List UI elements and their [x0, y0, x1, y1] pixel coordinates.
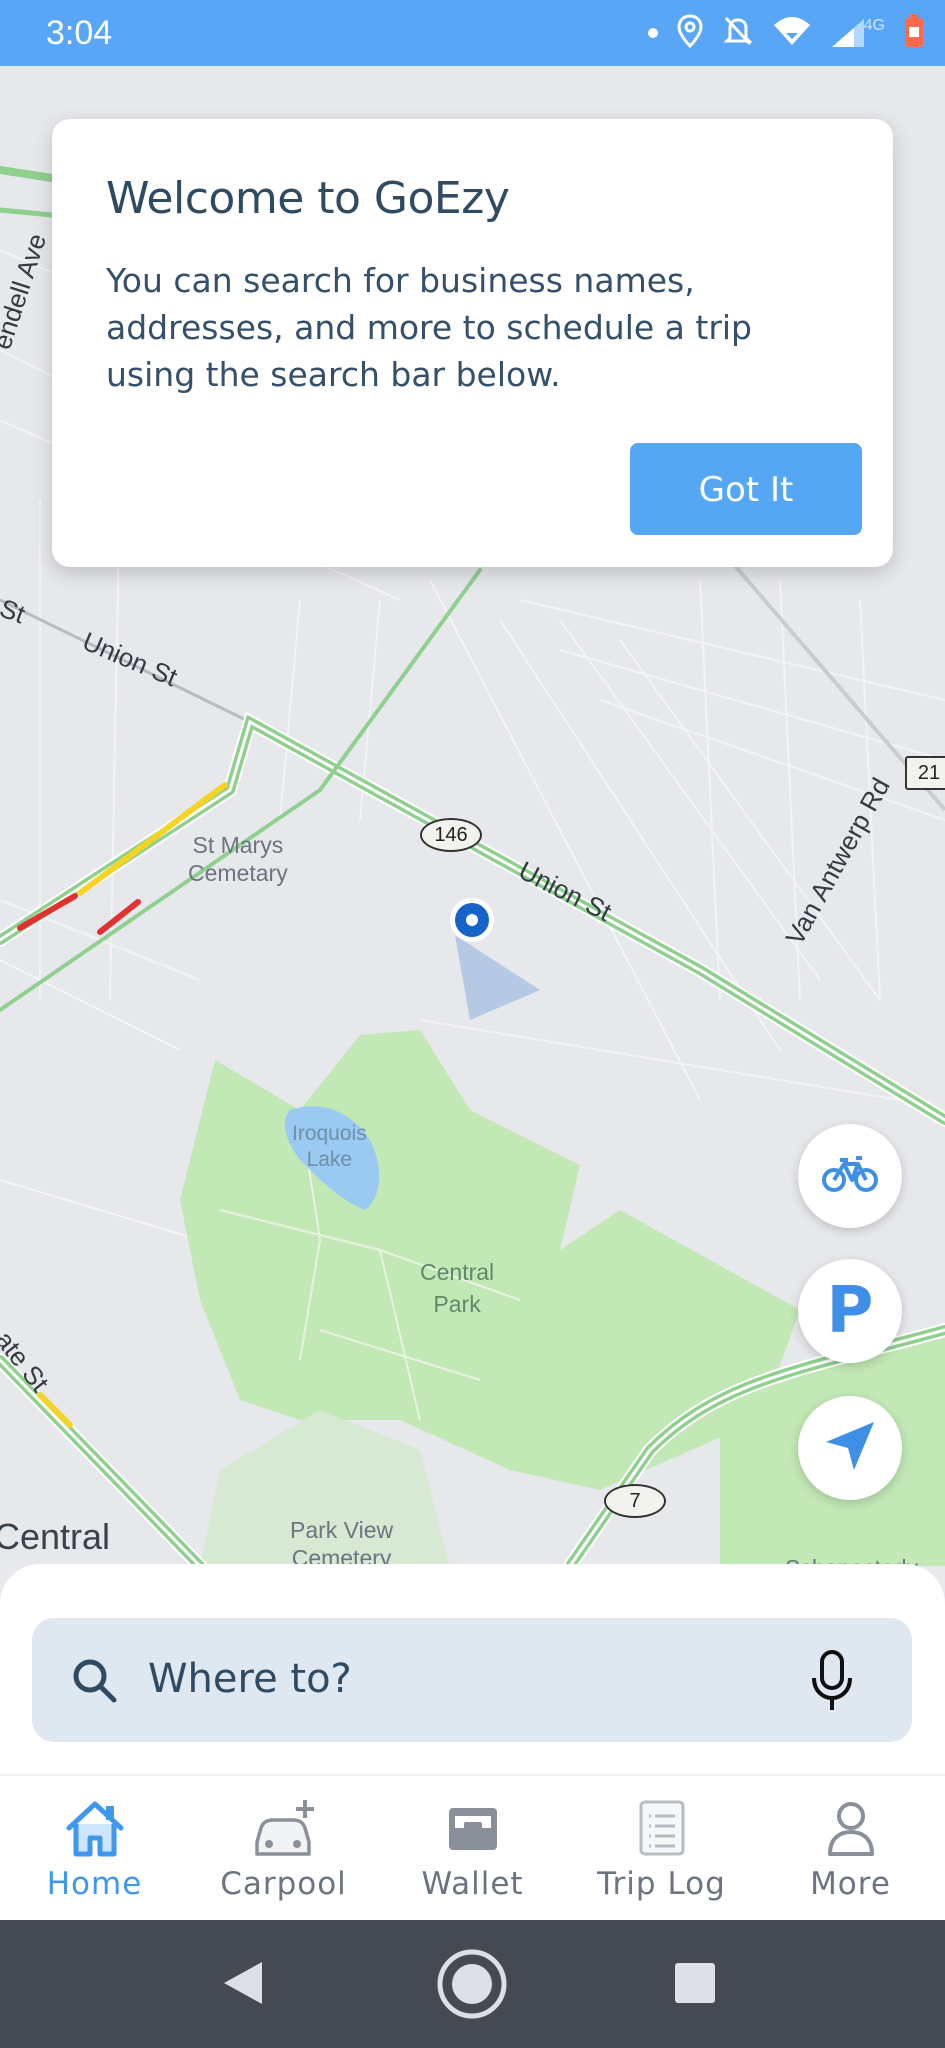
home-circle-icon[interactable] — [436, 1948, 508, 2024]
nav-item-carpool[interactable]: Carpool — [189, 1776, 378, 1922]
system-nav-bar — [0, 1920, 945, 2048]
home-icon — [0, 1798, 189, 1862]
route-shield-21: 21 — [905, 756, 945, 790]
nav-item-more[interactable]: More — [756, 1776, 945, 1922]
place-label-st-marys: St Marys Cemetary — [188, 831, 288, 887]
bell-off-icon — [722, 14, 754, 52]
nav-label-carpool: Carpool — [220, 1866, 347, 1902]
bike-icon — [822, 1154, 878, 1198]
microphone-icon[interactable] — [808, 1650, 856, 1718]
network-type: 4G — [863, 17, 885, 34]
search-sheet: Where to? — [0, 1564, 945, 1774]
recents-icon[interactable] — [674, 1962, 716, 2008]
status-icons: 4G — [647, 10, 925, 56]
place-label-central-left: Central — [0, 1516, 111, 1557]
bottom-nav: Home Carpool Wallet Trip Log More — [0, 1774, 945, 1922]
search-icon — [70, 1656, 118, 1708]
battery-icon — [903, 13, 925, 53]
place-label-st-marys-line2: Cemetary — [188, 860, 288, 886]
recenter-button[interactable] — [798, 1396, 902, 1500]
trip-log-icon — [567, 1798, 756, 1862]
got-it-button[interactable]: Got It — [630, 443, 862, 535]
place-label-iroquois-line1: Iroquois — [292, 1122, 367, 1145]
person-icon — [756, 1798, 945, 1862]
signal-icon: 4G — [830, 17, 885, 49]
nav-item-trip-log[interactable]: Trip Log — [567, 1776, 756, 1922]
status-bar: 3:04 4G — [0, 0, 945, 66]
place-label-st-marys-line1: St Marys — [192, 832, 284, 858]
wallet-icon — [378, 1798, 567, 1862]
search-bar[interactable]: Where to? — [32, 1618, 912, 1742]
parking-button[interactable]: P — [798, 1259, 902, 1363]
search-input[interactable]: Where to? — [148, 1656, 352, 1702]
place-label-park-view: Park View Cemetery — [290, 1516, 393, 1566]
nav-item-wallet[interactable]: Wallet — [378, 1776, 567, 1922]
place-label-central-park-line2: Park — [433, 1291, 481, 1317]
wifi-icon — [772, 15, 812, 51]
welcome-body: You can search for business names, addre… — [106, 261, 752, 394]
place-label-central-park-line1: Central — [420, 1259, 495, 1285]
nav-label-trip-log: Trip Log — [597, 1866, 726, 1902]
route-shield-146: 146 — [420, 818, 482, 852]
place-label-park-view-line2: Cemetery — [291, 1545, 392, 1566]
welcome-title: Welcome to GoEzy — [106, 173, 510, 224]
nav-label-more: More — [810, 1866, 891, 1902]
route-shield-7: 7 — [604, 1484, 666, 1518]
status-time: 3:04 — [46, 14, 113, 52]
back-icon[interactable] — [222, 1960, 266, 2010]
place-label-iroquois-line2: Lake — [306, 1148, 353, 1171]
place-label-central-park: Central Park — [420, 1256, 494, 1320]
nav-label-home: Home — [46, 1866, 143, 1902]
welcome-card: Welcome to GoEzy You can search for busi… — [52, 119, 893, 567]
location-pin-icon — [676, 14, 704, 52]
car-add-icon — [189, 1798, 378, 1862]
nav-item-home[interactable]: Home — [0, 1776, 189, 1922]
parking-icon: P — [826, 1274, 874, 1348]
dot-icon — [647, 28, 658, 38]
place-label-iroquois-lake: Iroquois Lake — [292, 1121, 367, 1173]
nav-label-wallet: Wallet — [421, 1866, 524, 1902]
bike-button[interactable] — [798, 1124, 902, 1228]
place-label-park-view-line1: Park View — [290, 1517, 394, 1543]
navigation-arrow-icon — [824, 1420, 876, 1476]
